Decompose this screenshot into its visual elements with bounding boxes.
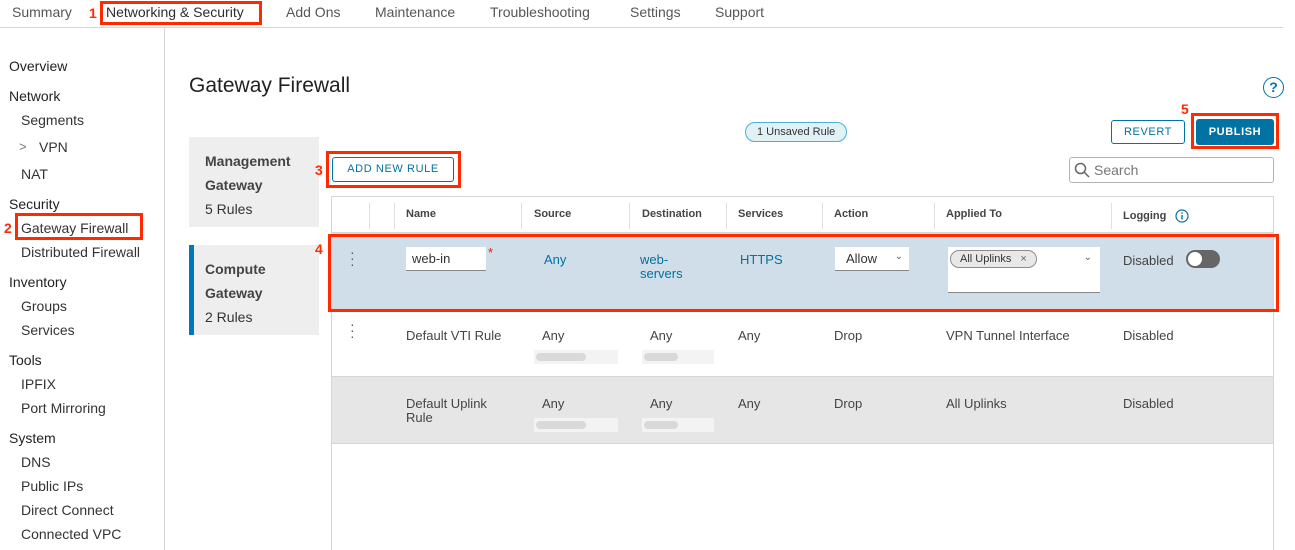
column-header-services[interactable]: Services bbox=[738, 208, 783, 220]
gateway-name: Gateway bbox=[205, 285, 263, 301]
loading-placeholder bbox=[644, 353, 678, 361]
loading-placeholder bbox=[536, 421, 586, 429]
column-header-applied-to[interactable]: Applied To bbox=[946, 208, 1002, 220]
tab-summary[interactable]: Summary bbox=[12, 4, 72, 20]
unsaved-rule-badge: 1 Unsaved Rule bbox=[745, 122, 848, 142]
sidebar-item-direct-connect[interactable]: Direct Connect bbox=[21, 502, 114, 518]
gateway-rule-count: 2 Rules bbox=[205, 309, 253, 325]
sidebar-item-ipfix[interactable]: IPFIX bbox=[21, 376, 56, 392]
callout-box-5 bbox=[1191, 113, 1279, 149]
action-value: Drop bbox=[834, 328, 863, 343]
source-value: Any bbox=[542, 396, 565, 411]
rule-name: Default Uplink bbox=[406, 396, 487, 411]
sidebar-item-segments[interactable]: Segments bbox=[21, 112, 84, 128]
sidebar-item-distributed-firewall[interactable]: Distributed Firewall bbox=[21, 244, 140, 260]
action-value: Drop bbox=[834, 396, 863, 411]
sidebar-item-services[interactable]: Services bbox=[21, 322, 75, 338]
services-value: Any bbox=[738, 328, 761, 343]
gateway-rule-count: 5 Rules bbox=[205, 201, 253, 217]
callout-box-1 bbox=[100, 1, 262, 25]
sidebar-section-security: Security bbox=[9, 196, 60, 212]
sidebar-item-nat[interactable]: NAT bbox=[21, 166, 48, 182]
rule-name: Default VTI Rule bbox=[406, 328, 502, 343]
compute-gateway-card[interactable]: Compute Gateway 2 Rules bbox=[189, 245, 319, 335]
table-row[interactable]: Default Uplink Rule Any Any Any Drop All… bbox=[332, 377, 1273, 444]
destination-value: Any bbox=[650, 396, 673, 411]
sidebar-section-inventory: Inventory bbox=[9, 274, 67, 290]
callout-number-1: 1 bbox=[89, 5, 97, 21]
sidebar-item-public-ips[interactable]: Public IPs bbox=[21, 478, 83, 494]
page-title: Gateway Firewall bbox=[189, 74, 351, 97]
row-actions-icon[interactable]: · · · bbox=[350, 317, 355, 343]
rule-name: Rule bbox=[406, 410, 433, 425]
applied-to-value: All Uplinks bbox=[946, 396, 1007, 411]
management-gateway-card[interactable]: Management Gateway 5 Rules bbox=[189, 137, 319, 227]
tab-add-ons[interactable]: Add Ons bbox=[286, 4, 340, 20]
loading-placeholder bbox=[536, 353, 586, 361]
search-icon bbox=[1074, 162, 1090, 178]
callout-box-3 bbox=[326, 151, 461, 188]
callout-number-2: 2 bbox=[4, 220, 12, 236]
sidebar-section-system: System bbox=[9, 430, 56, 446]
column-header-name[interactable]: Name bbox=[406, 208, 436, 220]
callout-box-4 bbox=[328, 234, 1279, 312]
gateway-name: Compute bbox=[205, 261, 266, 277]
info-icon[interactable] bbox=[1175, 209, 1189, 223]
sidebar-item-dns[interactable]: DNS bbox=[21, 454, 51, 470]
search-input[interactable] bbox=[1094, 161, 1264, 179]
tab-support[interactable]: Support bbox=[715, 4, 764, 20]
column-header-logging[interactable]: Logging bbox=[1123, 210, 1166, 222]
sidebar-section-tools: Tools bbox=[9, 352, 42, 368]
sidebar-item-overview[interactable]: Overview bbox=[9, 58, 67, 74]
applied-to-value: VPN Tunnel Interface bbox=[946, 328, 1070, 343]
chevron-right-icon[interactable]: > bbox=[19, 139, 27, 154]
sidebar-item-connected-vpc[interactable]: Connected VPC bbox=[21, 526, 121, 542]
callout-number-4: 4 bbox=[315, 241, 323, 257]
tab-maintenance[interactable]: Maintenance bbox=[375, 4, 455, 20]
loading-placeholder bbox=[644, 421, 678, 429]
sidebar-item-groups[interactable]: Groups bbox=[21, 298, 67, 314]
sidebar-item-port-mirroring[interactable]: Port Mirroring bbox=[21, 400, 106, 416]
sidebar-section-network: Network bbox=[9, 88, 61, 104]
column-header-source[interactable]: Source bbox=[534, 208, 571, 220]
table-row[interactable]: · · · Default VTI Rule Any Any Any Drop VP… bbox=[332, 309, 1273, 377]
callout-box-2 bbox=[15, 213, 143, 240]
tab-settings[interactable]: Settings bbox=[630, 4, 681, 20]
tab-troubleshooting[interactable]: Troubleshooting bbox=[490, 4, 590, 20]
gateway-name: Management bbox=[205, 153, 291, 169]
destination-value: Any bbox=[650, 328, 673, 343]
callout-number-5: 5 bbox=[1181, 101, 1189, 117]
help-icon[interactable]: ? bbox=[1263, 77, 1284, 98]
search-box[interactable] bbox=[1069, 157, 1274, 183]
callout-number-3: 3 bbox=[315, 162, 323, 178]
column-header-destination[interactable]: Destination bbox=[642, 208, 702, 220]
gateway-name: Gateway bbox=[205, 177, 263, 193]
logging-status: Disabled bbox=[1123, 328, 1174, 343]
logging-status: Disabled bbox=[1123, 396, 1174, 411]
services-value: Any bbox=[738, 396, 761, 411]
sidebar-item-vpn[interactable]: VPN bbox=[39, 139, 68, 155]
revert-button[interactable]: REVERT bbox=[1111, 120, 1185, 144]
grid-header: Name Source Destination Services Action … bbox=[332, 197, 1273, 233]
column-header-action[interactable]: Action bbox=[834, 208, 868, 220]
source-value: Any bbox=[542, 328, 565, 343]
